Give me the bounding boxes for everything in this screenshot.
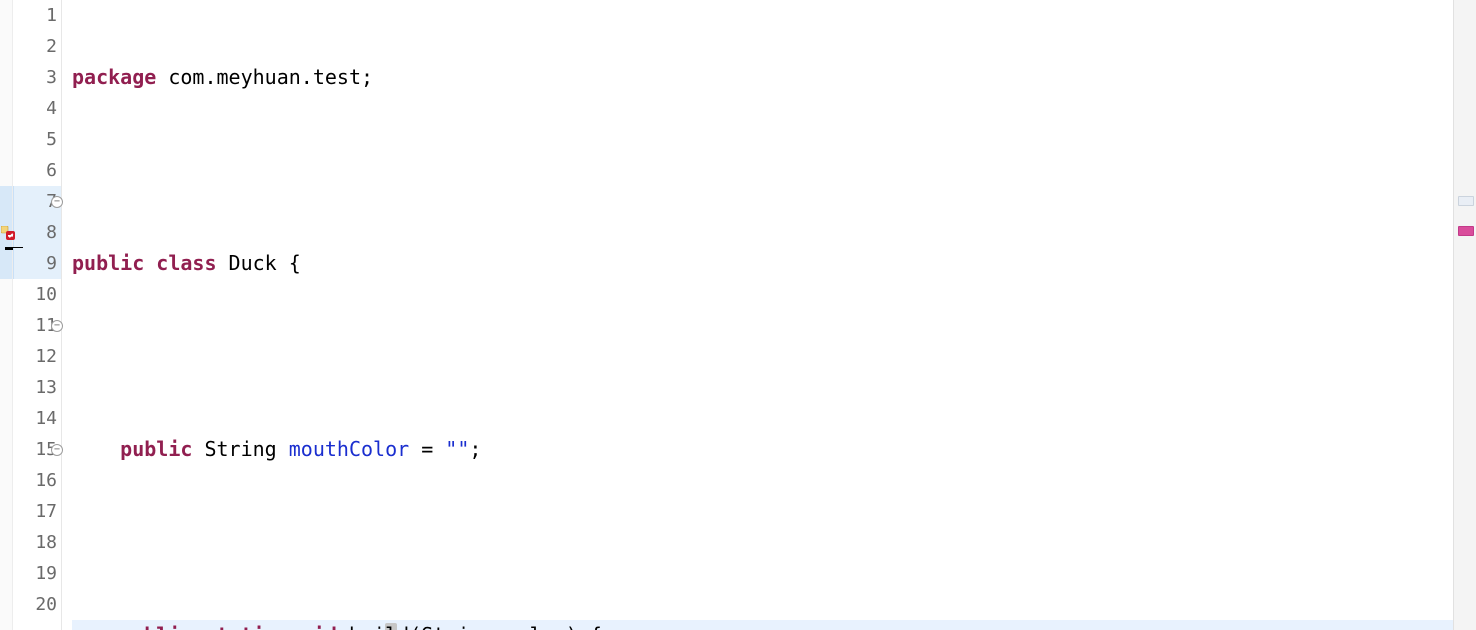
- keyword: public: [120, 437, 192, 461]
- line-number[interactable]: 2: [13, 31, 61, 62]
- line-number[interactable]: 17: [13, 496, 61, 527]
- line-number[interactable]: 8: [13, 217, 61, 248]
- code-text: Duck {: [217, 251, 301, 275]
- keyword: public: [72, 251, 144, 275]
- keyword: class: [144, 251, 216, 275]
- line-number[interactable]: 12: [13, 341, 61, 372]
- line-number[interactable]: 6: [13, 155, 61, 186]
- overview-error-marker[interactable]: [1458, 226, 1474, 236]
- line-number[interactable]: 20: [13, 589, 61, 620]
- code-editor: 1 2 3 4 5 6 7 − 8 9 10 11 −: [0, 0, 1476, 630]
- overview-ruler[interactable]: [1453, 0, 1476, 630]
- code-line[interactable]: public class Duck {: [72, 248, 1453, 279]
- code-text: com.meyhuan.test;: [156, 65, 373, 89]
- keyword: static: [192, 623, 276, 630]
- line-number[interactable]: 13: [13, 372, 61, 403]
- code-line[interactable]: [72, 527, 1453, 558]
- field-ref: mouthColor: [289, 437, 409, 461]
- code-text: (String color) {: [409, 623, 602, 630]
- line-number[interactable]: 14: [13, 403, 61, 434]
- method-name: bui: [349, 623, 385, 630]
- line-number[interactable]: 16: [13, 465, 61, 496]
- overview-caret-marker[interactable]: [1458, 196, 1474, 206]
- string-literal: "": [445, 437, 469, 461]
- line-number[interactable]: 5: [13, 124, 61, 155]
- code-text: String: [192, 437, 288, 461]
- code-line[interactable]: package com.meyhuan.test;: [72, 62, 1453, 93]
- marker-bar: [0, 0, 13, 630]
- line-number-gutter[interactable]: 1 2 3 4 5 6 7 − 8 9 10 11 −: [13, 0, 62, 630]
- line-number[interactable]: 11 −: [13, 310, 61, 341]
- code-line[interactable]: [72, 341, 1453, 372]
- method-name: d: [397, 623, 409, 630]
- keyword: void: [277, 623, 337, 630]
- line-number[interactable]: 10: [13, 279, 61, 310]
- code-line[interactable]: public String mouthColor = "";: [72, 434, 1453, 465]
- line-number[interactable]: 1: [13, 0, 61, 31]
- line-number[interactable]: 7 −: [13, 186, 61, 217]
- error-quickfix-icon[interactable]: [1, 226, 15, 240]
- code-area[interactable]: package com.meyhuan.test; public class D…: [62, 0, 1453, 630]
- line-number[interactable]: 18: [13, 527, 61, 558]
- line-number[interactable]: 19: [13, 558, 61, 589]
- line-number[interactable]: 3: [13, 62, 61, 93]
- line-number[interactable]: 9: [13, 248, 61, 279]
- keyword: package: [72, 65, 156, 89]
- line-number[interactable]: 15 −: [13, 434, 61, 465]
- text-selection: l: [385, 623, 397, 630]
- keyword: public: [120, 623, 192, 630]
- line-number[interactable]: 4: [13, 93, 61, 124]
- code-line[interactable]: public static void build(String color) {: [72, 620, 1453, 630]
- code-line[interactable]: [72, 155, 1453, 186]
